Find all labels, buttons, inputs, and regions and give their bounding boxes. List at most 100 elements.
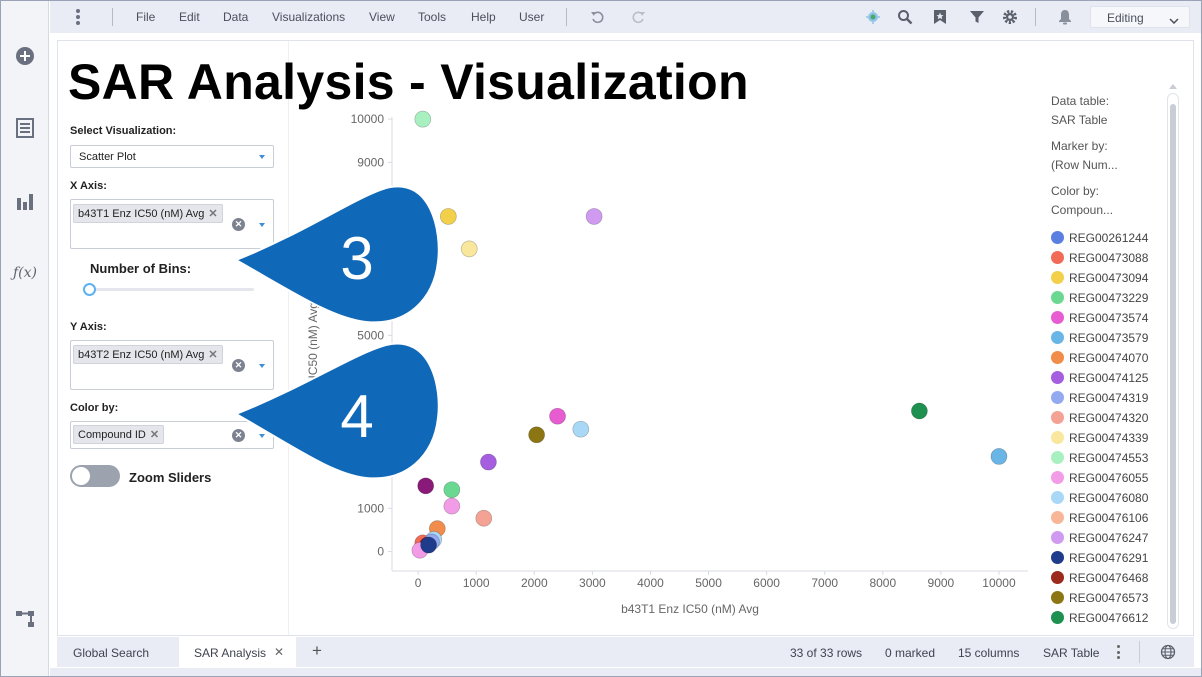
chevron-down-icon: [1169, 13, 1179, 27]
legend-item-label: REG00476573: [1069, 591, 1149, 605]
x-axis-chip[interactable]: b43T1 Enz IC50 (nM) Avg ✕: [73, 204, 223, 223]
scatter-plot[interactable]: 0 1000 2000 3000 4000 5000 6000 7000 8000 9000 100…: [58, 41, 1195, 637]
legend-marker-by-label: Marker by:: [1051, 139, 1108, 153]
data-point[interactable]: [443, 481, 461, 499]
bottom-strip: [50, 668, 1201, 676]
remove-chip-icon[interactable]: ✕: [208, 208, 217, 220]
legend-item-label: REG00473094: [1069, 271, 1149, 285]
y-tick-label: 9000: [357, 155, 384, 169]
search-icon[interactable]: [896, 8, 914, 26]
legend-item-label: REG00474320: [1069, 411, 1149, 425]
menu-edit[interactable]: Edit: [179, 10, 200, 24]
data-point[interactable]: [585, 208, 603, 225]
legend-data-table-value[interactable]: SAR Table: [1051, 113, 1107, 127]
data-flow-icon[interactable]: [15, 609, 35, 629]
legend-color-swatch: [1051, 511, 1064, 524]
menu-tools[interactable]: Tools: [418, 10, 446, 24]
visualization-select[interactable]: Scatter Plot: [70, 145, 274, 168]
legend-item-label: REG00261244: [1069, 231, 1149, 245]
toggle-knob: [72, 467, 90, 485]
legend-color-swatch: [1051, 231, 1064, 244]
mode-dropdown[interactable]: Editing: [1090, 6, 1190, 28]
data-point[interactable]: [460, 240, 478, 258]
globe-icon[interactable]: [1160, 644, 1176, 665]
redo-icon[interactable]: [629, 8, 647, 26]
legend-item-label: REG00474125: [1069, 371, 1149, 385]
legend-item-label: REG00474553: [1069, 451, 1149, 465]
legend-item-label: REG00474319: [1069, 391, 1149, 405]
x-tick-label: 4000: [637, 576, 664, 590]
menu-view[interactable]: View: [369, 10, 395, 24]
menu-user[interactable]: User: [519, 10, 544, 24]
function-icon[interactable]: ƒ(x): [12, 263, 38, 283]
y-tick-label: 0: [377, 545, 384, 559]
bins-slider-handle[interactable]: [83, 283, 96, 296]
data-point[interactable]: [572, 420, 590, 438]
color-by-label: Color by:: [70, 402, 119, 414]
x-axis-chip-label: b43T1 Enz IC50 (nM) Avg: [78, 208, 205, 220]
y-axis-chip-label: b43T2 Enz IC50 (nM) Avg: [78, 349, 205, 361]
legend-color-swatch: [1051, 431, 1064, 444]
legend-data-table-label: Data table:: [1051, 94, 1110, 108]
close-icon[interactable]: ✕: [274, 645, 284, 659]
remove-chip-icon[interactable]: ✕: [208, 349, 217, 361]
scrollbar-thumb[interactable]: [1170, 104, 1176, 624]
legend-color-swatch: [1051, 451, 1064, 464]
menu-help[interactable]: Help: [471, 10, 496, 24]
legend-item-label: REG00476080: [1069, 491, 1149, 505]
x-tick-label: 8000: [869, 576, 896, 590]
menu-data[interactable]: Data: [223, 10, 248, 24]
menu-visualizations[interactable]: Visualizations: [272, 10, 345, 24]
active-table-name[interactable]: SAR Table: [1043, 646, 1099, 660]
legend-color-swatch: [1051, 551, 1064, 564]
undo-icon[interactable]: [589, 8, 607, 26]
data-point[interactable]: [549, 407, 566, 425]
more-menu-icon[interactable]: [76, 9, 80, 25]
more-options-icon[interactable]: [1117, 645, 1120, 659]
x-tick-label: 5000: [695, 576, 722, 590]
notifications-bell-icon[interactable]: [1056, 8, 1074, 26]
tab-sar-analysis[interactable]: SAR Analysis ✕: [179, 637, 296, 667]
callout-4-number: 4: [340, 383, 373, 450]
legend-scrollbar[interactable]: [1167, 84, 1179, 629]
bar-chart-icon[interactable]: [15, 191, 35, 211]
gear-icon[interactable]: [1001, 8, 1019, 26]
filter-icon[interactable]: [968, 8, 986, 26]
data-point[interactable]: [480, 453, 497, 471]
tab-global-search[interactable]: Global Search: [57, 637, 178, 667]
color-by-chip[interactable]: Compound ID ✕: [73, 425, 165, 444]
legend-item-label: REG00476612: [1069, 611, 1149, 625]
x-tick-label: 9000: [928, 576, 955, 590]
ai-recommendations-icon[interactable]: [864, 8, 882, 26]
visualization-select-value: Scatter Plot: [79, 151, 136, 163]
legend-color-by-label: Color by:: [1051, 184, 1100, 198]
data-point[interactable]: [528, 426, 545, 444]
data-point[interactable]: [990, 448, 1008, 465]
legend-color-swatch: [1051, 531, 1064, 544]
bins-slider-track[interactable]: [88, 288, 254, 291]
data-point[interactable]: [420, 536, 437, 554]
add-icon[interactable]: [15, 46, 35, 66]
legend-color-swatch: [1051, 411, 1064, 424]
y-axis-chip[interactable]: b43T2 Enz IC50 (nM) Avg ✕: [73, 345, 223, 364]
data-table-icon[interactable]: [15, 118, 35, 138]
add-tab-icon[interactable]: +: [312, 637, 332, 667]
legend-marker-by-value[interactable]: (Row Num...: [1051, 158, 1118, 172]
bookmark-icon[interactable]: [931, 8, 949, 26]
callout-4: 4: [233, 342, 440, 480]
data-point[interactable]: [414, 110, 432, 128]
scroll-up-icon[interactable]: [1169, 84, 1177, 89]
menu-file[interactable]: File: [136, 10, 155, 24]
callout-3-number: 3: [340, 225, 373, 292]
menu-separator: [112, 8, 113, 26]
data-point[interactable]: [911, 402, 928, 420]
data-point[interactable]: [475, 509, 493, 527]
tab-label: SAR Analysis: [194, 646, 267, 660]
zoom-sliders-toggle[interactable]: [70, 465, 120, 487]
remove-chip-icon[interactable]: ✕: [150, 429, 159, 441]
legend-color-by-value[interactable]: Compoun...: [1051, 203, 1113, 217]
data-point[interactable]: [443, 497, 461, 515]
x-axis-title: b43T1 Enz IC50 (nM) Avg: [621, 602, 759, 616]
legend-color-swatch: [1051, 311, 1064, 324]
menu-separator: [1035, 8, 1036, 26]
